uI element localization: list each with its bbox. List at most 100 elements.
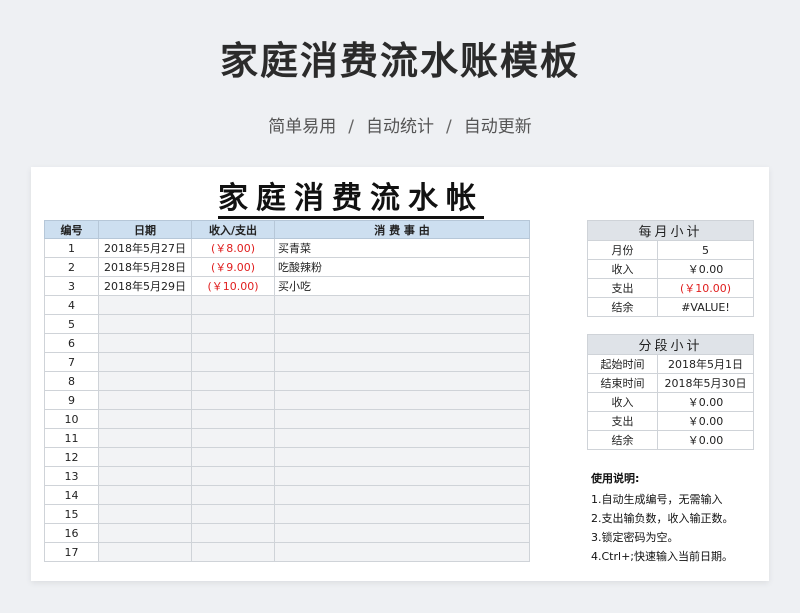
row-amount[interactable]: [191, 333, 275, 353]
row-number[interactable]: 1: [44, 238, 99, 258]
summary-label[interactable]: 月份: [587, 240, 658, 260]
summary-value[interactable]: ￥0.00: [657, 259, 754, 279]
table-row: 13: [44, 466, 530, 486]
summary-label[interactable]: 收入: [587, 392, 658, 412]
row-amount[interactable]: [191, 295, 275, 315]
row-description[interactable]: [274, 523, 530, 543]
row-amount[interactable]: [191, 428, 275, 448]
row-description[interactable]: [274, 447, 530, 467]
row-description[interactable]: 买小吃: [274, 276, 530, 296]
row-date[interactable]: [98, 314, 192, 334]
row-number[interactable]: 10: [44, 409, 99, 429]
row-amount[interactable]: [191, 466, 275, 486]
row-number[interactable]: 16: [44, 523, 99, 543]
table-row: 4: [44, 295, 530, 315]
row-number[interactable]: 5: [44, 314, 99, 334]
summary-value[interactable]: 2018年5月1日: [657, 354, 754, 374]
row-date[interactable]: [98, 295, 192, 315]
row-date[interactable]: [98, 352, 192, 372]
summary-value[interactable]: (￥10.00): [657, 278, 754, 298]
row-description[interactable]: [274, 428, 530, 448]
row-number[interactable]: 6: [44, 333, 99, 353]
row-description[interactable]: 买青菜: [274, 238, 530, 258]
row-number[interactable]: 15: [44, 504, 99, 524]
row-amount[interactable]: [191, 542, 275, 562]
row-amount[interactable]: (￥10.00): [191, 276, 275, 296]
summary-value[interactable]: ￥0.00: [657, 411, 754, 431]
row-date[interactable]: 2018年5月28日: [98, 257, 192, 277]
row-date[interactable]: [98, 485, 192, 505]
row-number[interactable]: 9: [44, 390, 99, 410]
row-description[interactable]: [274, 333, 530, 353]
row-date[interactable]: 2018年5月27日: [98, 238, 192, 258]
summary-value[interactable]: #VALUE!: [657, 297, 754, 317]
row-description[interactable]: [274, 295, 530, 315]
table-row: 15: [44, 504, 530, 524]
row-date[interactable]: 2018年5月29日: [98, 276, 192, 296]
row-amount[interactable]: [191, 504, 275, 524]
row-description[interactable]: 吃酸辣粉: [274, 257, 530, 277]
row-amount[interactable]: [191, 523, 275, 543]
summary-value[interactable]: ￥0.00: [657, 430, 754, 450]
row-amount[interactable]: [191, 409, 275, 429]
row-date[interactable]: [98, 504, 192, 524]
row-description[interactable]: [274, 504, 530, 524]
summary-label[interactable]: 结余: [587, 430, 658, 450]
row-description[interactable]: [274, 371, 530, 391]
row-date[interactable]: [98, 542, 192, 562]
summary-label[interactable]: 起始时间: [587, 354, 658, 374]
row-date[interactable]: [98, 523, 192, 543]
row-date[interactable]: [98, 447, 192, 467]
row-amount[interactable]: (￥8.00): [191, 238, 275, 258]
summary-label[interactable]: 收入: [587, 259, 658, 279]
summary-label[interactable]: 支出: [587, 278, 658, 298]
summary-value[interactable]: 5: [657, 240, 754, 260]
summary-value[interactable]: 2018年5月30日: [657, 373, 754, 393]
row-date[interactable]: [98, 371, 192, 391]
spreadsheet-preview: 家庭消费流水帐 编号 日期 收入/支出 消 费 事 由 1 2018年5月27日(…: [31, 167, 769, 581]
summary-label[interactable]: 结余: [587, 297, 658, 317]
usage-item: 1.自动生成编号，无需输入: [591, 493, 723, 506]
row-amount[interactable]: [191, 390, 275, 410]
row-number[interactable]: 4: [44, 295, 99, 315]
usage-item: 4.Ctrl+;快速输入当前日期。: [591, 550, 733, 563]
row-description[interactable]: [274, 466, 530, 486]
summary-row: 收入 ￥0.00: [587, 392, 754, 412]
row-date[interactable]: [98, 409, 192, 429]
row-number[interactable]: 14: [44, 485, 99, 505]
summary-value[interactable]: ￥0.00: [657, 392, 754, 412]
row-amount[interactable]: [191, 314, 275, 334]
feature-separator: /: [446, 117, 452, 137]
row-description[interactable]: [274, 542, 530, 562]
row-date[interactable]: [98, 333, 192, 353]
row-number[interactable]: 8: [44, 371, 99, 391]
row-number[interactable]: 2: [44, 257, 99, 277]
row-number[interactable]: 17: [44, 542, 99, 562]
row-number[interactable]: 12: [44, 447, 99, 467]
row-description[interactable]: [274, 409, 530, 429]
summary-label[interactable]: 结束时间: [587, 373, 658, 393]
row-description[interactable]: [274, 352, 530, 372]
row-date[interactable]: [98, 466, 192, 486]
feature-separator: /: [348, 117, 354, 137]
row-number[interactable]: 13: [44, 466, 99, 486]
row-date[interactable]: [98, 428, 192, 448]
row-description[interactable]: [274, 390, 530, 410]
row-amount[interactable]: [191, 485, 275, 505]
row-number[interactable]: 3: [44, 276, 99, 296]
row-number[interactable]: 11: [44, 428, 99, 448]
usage-item: 3.锁定密码为空。: [591, 531, 679, 544]
row-number[interactable]: 7: [44, 352, 99, 372]
summary-label[interactable]: 支出: [587, 411, 658, 431]
row-amount[interactable]: [191, 447, 275, 467]
segment-summary-title: 分段小计: [587, 334, 754, 355]
row-description[interactable]: [274, 314, 530, 334]
row-amount[interactable]: [191, 371, 275, 391]
row-amount[interactable]: (￥9.00): [191, 257, 275, 277]
table-row: 11: [44, 428, 530, 448]
row-description[interactable]: [274, 485, 530, 505]
row-date[interactable]: [98, 390, 192, 410]
header-number: 编号: [44, 220, 99, 239]
row-amount[interactable]: [191, 352, 275, 372]
table-row: 16: [44, 523, 530, 543]
